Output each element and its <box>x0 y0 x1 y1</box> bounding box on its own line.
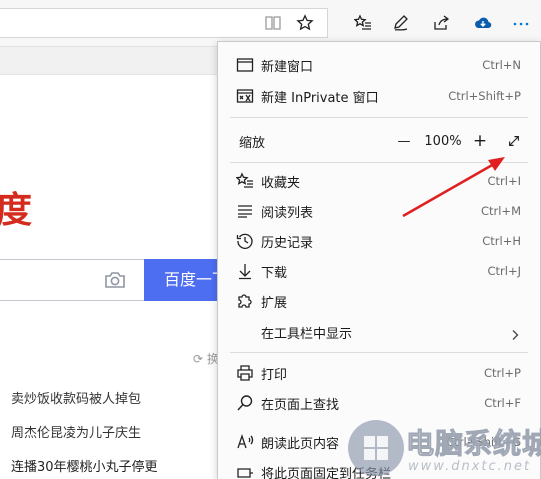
download-cloud-icon[interactable] <box>472 12 494 34</box>
download-arrow-icon <box>235 261 255 281</box>
menu-divider <box>230 352 528 353</box>
menu-label: 阅读列表 <box>261 205 314 221</box>
favorites-icon <box>235 171 255 191</box>
news-item-3[interactable]: 连播30年樱桃小丸子停更 <box>11 456 158 475</box>
reading-list-icon <box>235 201 255 221</box>
menu-label: 朗读此页内容 <box>261 436 340 452</box>
menu-label: 在工具栏中显示 <box>261 326 353 342</box>
menu-label: 收藏夹 <box>261 175 301 191</box>
search-icon <box>235 393 255 413</box>
baidu-logo-fragment: 度 <box>0 189 33 231</box>
refresh-hot-list[interactable]: ⟳ 换 <box>193 350 219 367</box>
refresh-icon: ⟳ <box>193 352 204 366</box>
menu-item-show-in-toolbar[interactable]: 在工具栏中显示 <box>218 317 540 347</box>
menu-divider <box>230 117 528 118</box>
page-nav-strip <box>0 47 220 75</box>
menu-item-history[interactable]: 历史记录 Ctrl+H <box>218 226 540 256</box>
menu-divider <box>230 162 528 163</box>
menu-item-find-on-page[interactable]: 在页面上查找 Ctrl+F <box>218 388 540 418</box>
news-item-1[interactable]: 卖炒饭收款码被人掉包 <box>11 388 141 407</box>
watermark-url: www.dnxtc.net <box>408 459 532 474</box>
news-item-2[interactable]: 周杰伦昆凌为儿子庆生 <box>11 422 141 441</box>
add-favorite-star-icon[interactable] <box>294 12 316 34</box>
camera-search-icon[interactable] <box>104 270 126 290</box>
menu-label: 下载 <box>261 265 288 281</box>
menu-label: 扩展 <box>261 295 288 311</box>
settings-menu: 新建窗口 Ctrl+N 新建 InPrivate 窗口 Ctrl+Shift+P… <box>217 41 541 479</box>
puzzle-extensions-icon <box>235 291 255 311</box>
settings-more-icon[interactable] <box>510 12 532 34</box>
menu-shortcut: Ctrl+J <box>487 264 522 278</box>
printer-icon <box>235 363 255 383</box>
share-icon[interactable] <box>430 12 452 34</box>
menu-label: 历史记录 <box>261 235 314 251</box>
menu-item-zoom: 缩放 — 100% + <box>218 126 540 156</box>
menu-shortcut: Ctrl+P <box>483 366 521 380</box>
chevron-right-icon <box>509 326 521 340</box>
browser-window: 度 百度一下 ⟳ 换 卖炒饭收款码被人掉包 周杰伦昆凌为儿子庆生 连播30年樱桃… <box>0 0 541 479</box>
browser-toolbar <box>0 0 541 47</box>
menu-shortcut: Ctrl+H <box>482 234 521 248</box>
zoom-in-button[interactable]: + <box>470 126 490 156</box>
menu-shortcut: Ctrl+I <box>487 174 522 188</box>
menu-label: 新建窗口 <box>261 59 314 75</box>
menu-shortcut: Ctrl+N <box>482 58 521 72</box>
menu-item-extensions[interactable]: 扩展 <box>218 286 540 316</box>
watermark-logo-icon <box>348 420 404 476</box>
reading-view-icon[interactable] <box>262 12 284 34</box>
menu-item-favorites[interactable]: 收藏夹 Ctrl+I <box>218 166 540 196</box>
menu-item-downloads[interactable]: 下载 Ctrl+J <box>218 256 540 286</box>
zoom-label: 缩放 <box>239 135 266 151</box>
web-note-pen-icon[interactable] <box>390 12 412 34</box>
inprivate-window-icon <box>235 86 255 106</box>
zoom-level-value: 100% <box>424 133 462 149</box>
menu-label: 在页面上查找 <box>261 397 340 413</box>
window-icon <box>235 55 255 75</box>
menu-shortcut: Ctrl+M <box>480 204 521 218</box>
menu-shortcut: Ctrl+Shift+P <box>448 89 521 103</box>
watermark-text: 电脑系统城 <box>405 427 541 461</box>
menu-label: 打印 <box>261 367 288 383</box>
fullscreen-expand-icon[interactable] <box>504 126 524 156</box>
menu-item-new-window[interactable]: 新建窗口 Ctrl+N <box>218 50 540 80</box>
favorites-hub-icon[interactable] <box>352 12 374 34</box>
history-clock-icon <box>235 231 255 251</box>
menu-label: 新建 InPrivate 窗口 <box>261 90 379 106</box>
site-watermark: 电脑系统城 www.dnxtc.net <box>348 418 541 479</box>
zoom-out-button[interactable]: — <box>394 126 414 156</box>
pin-icon <box>235 462 255 479</box>
menu-item-print[interactable]: 打印 Ctrl+P <box>218 358 540 388</box>
read-aloud-icon <box>235 432 255 452</box>
menu-shortcut: Ctrl+F <box>484 396 521 410</box>
menu-item-new-inprivate[interactable]: 新建 InPrivate 窗口 Ctrl+Shift+P <box>218 81 540 111</box>
menu-item-reading-list[interactable]: 阅读列表 Ctrl+M <box>218 196 540 226</box>
